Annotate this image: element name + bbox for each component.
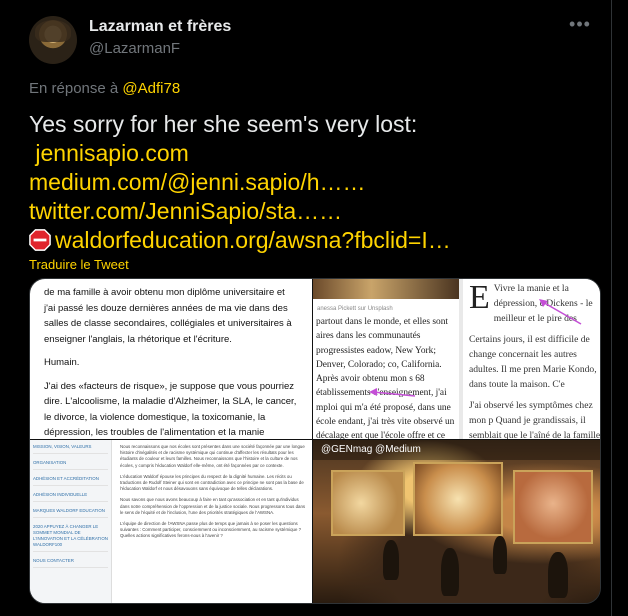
img3-para-3: Nous savons que nous avons beaucoup à fa… xyxy=(120,497,306,515)
media-image-3[interactable]: Mission, vision, valeurs Organisation Ad… xyxy=(30,440,312,603)
img3-sidebar-item: Marques Waldorf Education xyxy=(33,508,108,518)
img2-annotation-arrows xyxy=(369,299,582,397)
img4-painting xyxy=(513,470,593,544)
img4-painting xyxy=(413,462,503,536)
translate-tweet-link[interactable]: Traduire le Tweet xyxy=(29,257,129,272)
link-jennisapio[interactable]: jennisapio.com xyxy=(35,140,188,166)
img3-sidebar-item: Adhésion individuelle xyxy=(33,492,108,502)
author-handle[interactable]: @LazarmanF xyxy=(89,40,180,57)
img3-sidebar: Mission, vision, valeurs Organisation Ad… xyxy=(30,440,112,603)
media-image-1[interactable]: de ma famille à avoir obtenu mon diplôme… xyxy=(30,279,312,439)
img4-visitor xyxy=(493,536,507,574)
tweet-text: Yes sorry for her she seem's very lost: … xyxy=(29,110,599,255)
img4-visitor xyxy=(441,548,459,596)
media-image-4[interactable]: @GENmag @Medium xyxy=(313,440,600,603)
stop-sign-icon xyxy=(29,229,51,251)
tweet-container: Lazarman et frères @LazarmanF ••• En rép… xyxy=(0,0,612,616)
img4-tag: @GENmag @Medium xyxy=(321,444,421,455)
avatar[interactable] xyxy=(29,16,77,64)
reply-to-link[interactable]: @Adfi78 xyxy=(122,80,180,97)
img3-para-2: L'éducation Waldorf épouse les principes… xyxy=(120,473,304,492)
link-medium[interactable]: medium.com/@jenni.sapio/h…… xyxy=(29,169,366,195)
img3-sidebar-item: Organisation xyxy=(33,460,108,470)
avatar-hair xyxy=(35,20,71,42)
tweet-main-text: Yes sorry for her she seem's very lost: xyxy=(29,111,418,137)
img1-para-3: J'ai des «facteurs de risque», je suppos… xyxy=(44,380,297,439)
img3-body: Nous reconnaissons que nos écoles sont p… xyxy=(120,444,306,545)
link-waldorf[interactable]: waldorfeducation.org/awsna?fbclid=I… xyxy=(55,227,451,253)
img3-para-4: L'équipe de direction de l'AWSNA passe p… xyxy=(120,521,302,539)
more-options-icon[interactable]: ••• xyxy=(569,15,591,37)
img4-visitor xyxy=(383,540,399,580)
img4-painting xyxy=(331,470,405,536)
img3-sidebar-item: Adhésion et accréditation xyxy=(33,476,108,486)
reply-prefix: En réponse à xyxy=(29,80,119,97)
img3-para-1: Nous reconnaissons que nos écoles sont p… xyxy=(120,444,305,468)
link-twitter[interactable]: twitter.com/JenniSapio/sta…… xyxy=(29,198,342,224)
img1-para-2: Humain. xyxy=(44,357,80,368)
media-image-2[interactable]: anessa Pickett sur Unsplash partout dans… xyxy=(313,279,600,439)
img3-sidebar-item: Nous contacter xyxy=(33,558,108,568)
img3-sidebar-item: 2020 Appuyez à changer le sommet mondial… xyxy=(33,524,108,552)
media-grid: de ma famille à avoir obtenu mon diplôme… xyxy=(29,278,601,604)
img3-sidebar-item: Mission, vision, valeurs xyxy=(33,444,108,454)
author-name[interactable]: Lazarman et frères xyxy=(89,18,231,36)
img4-visitor xyxy=(548,552,568,598)
img1-para-1: de ma famille à avoir obtenu mon diplôme… xyxy=(44,287,292,345)
reply-context: En réponse à @Adfi78 xyxy=(29,80,180,97)
